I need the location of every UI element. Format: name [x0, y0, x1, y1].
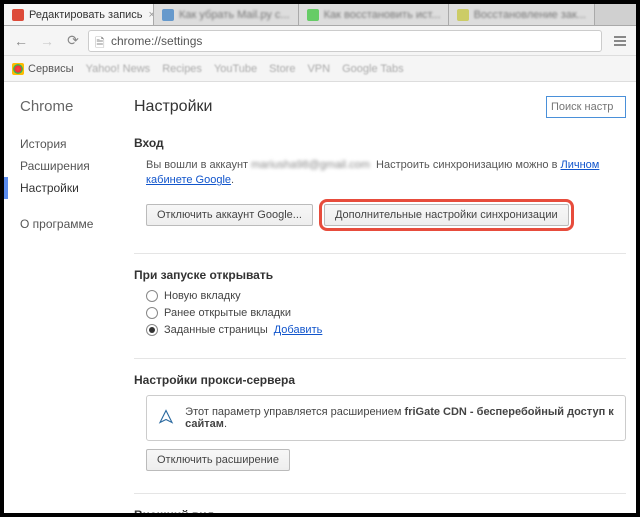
highlight-annotation: Дополнительные настройки синхронизации: [319, 199, 574, 231]
address-bar[interactable]: 🗎 chrome://settings: [88, 30, 602, 52]
startup-opt-newtab[interactable]: Новую вкладку: [146, 290, 626, 302]
bookmark-item[interactable]: Yahoo! News: [86, 63, 151, 75]
bookmark-item[interactable]: Google Tabs: [342, 63, 404, 75]
apps-icon: [12, 63, 24, 75]
reload-button[interactable]: ⟳: [62, 30, 84, 52]
section-proxy: Настройки прокси-сервера Этот параметр у…: [134, 373, 626, 471]
tab-3[interactable]: Восстановление зак...: [449, 4, 595, 25]
radio-icon: [146, 290, 158, 302]
sidebar-item-extensions[interactable]: Расширения: [20, 155, 124, 177]
bookmarks-services[interactable]: Сервисы: [12, 63, 74, 75]
sidebar-item-about[interactable]: О программе: [20, 213, 124, 235]
startup-opt-previous[interactable]: Ранее открытые вкладки: [146, 307, 626, 319]
main-content: Настройки Вход Вы вошли в аккаунт marius…: [124, 82, 636, 513]
bookmarks-bar: Сервисы Yahoo! News Recipes YouTube Stor…: [4, 56, 636, 82]
hamburger-menu-icon[interactable]: [610, 31, 630, 51]
section-heading: Настройки прокси-сервера: [134, 373, 626, 387]
bookmark-item[interactable]: Store: [269, 63, 295, 75]
page-icon: 🗎: [95, 34, 107, 48]
section-appearance: Внешний вид Выбрать тему Восстановить те…: [134, 508, 626, 513]
back-button[interactable]: ←: [10, 30, 32, 52]
divider: [134, 358, 626, 359]
add-pages-link[interactable]: Добавить: [274, 324, 323, 336]
search-settings-input[interactable]: [546, 96, 626, 118]
favicon-icon: [162, 9, 174, 21]
bookmark-item[interactable]: Recipes: [162, 63, 202, 75]
section-heading: Вход: [134, 136, 626, 150]
services-label: Сервисы: [28, 63, 74, 75]
favicon-icon: [457, 9, 469, 21]
sidebar: Chrome История Расширения Настройки О пр…: [4, 82, 124, 513]
forward-button[interactable]: →: [36, 30, 58, 52]
bookmark-item[interactable]: YouTube: [214, 63, 257, 75]
tab-2[interactable]: Как восстановить ист...: [299, 4, 449, 25]
startup-opt-pages[interactable]: Заданные страницы Добавить: [146, 324, 626, 336]
proxy-notice: Этот параметр управляется расширением fr…: [146, 395, 626, 441]
section-login: Вход Вы вошли в аккаунт mariusha98@gmail…: [134, 136, 626, 231]
radio-icon: [146, 324, 158, 336]
section-heading: При запуске открывать: [134, 268, 626, 282]
sidebar-item-settings[interactable]: Настройки: [4, 177, 124, 199]
tab-active[interactable]: Редактировать запись ×: [4, 4, 154, 25]
brand-label: Chrome: [20, 98, 124, 115]
divider: [134, 493, 626, 494]
browser-toolbar: ← → ⟳ 🗎 chrome://settings: [4, 26, 636, 56]
bookmark-item[interactable]: VPN: [307, 63, 330, 75]
url-text: chrome://settings: [111, 34, 202, 48]
radio-icon: [146, 307, 158, 319]
disconnect-account-button[interactable]: Отключить аккаунт Google...: [146, 204, 313, 226]
favicon-icon: [307, 9, 319, 21]
favicon-icon: [12, 9, 24, 21]
tab-title: Редактировать запись: [29, 9, 143, 21]
tab-1[interactable]: Как убрать Mail.ру с...: [154, 4, 299, 25]
tab-strip: Редактировать запись × Как убрать Mail.р…: [4, 4, 636, 26]
disable-extension-button[interactable]: Отключить расширение: [146, 449, 290, 471]
login-description: Вы вошли в аккаунт mariusha98@gmail.com …: [146, 158, 626, 189]
section-startup: При запуске открывать Новую вкладку Ране…: [134, 268, 626, 336]
frigate-icon: [157, 408, 175, 428]
divider: [134, 253, 626, 254]
page-title: Настройки: [134, 98, 212, 116]
sync-settings-button[interactable]: Дополнительные настройки синхронизации: [324, 204, 569, 226]
section-heading: Внешний вид: [134, 508, 626, 513]
sidebar-item-history[interactable]: История: [20, 133, 124, 155]
